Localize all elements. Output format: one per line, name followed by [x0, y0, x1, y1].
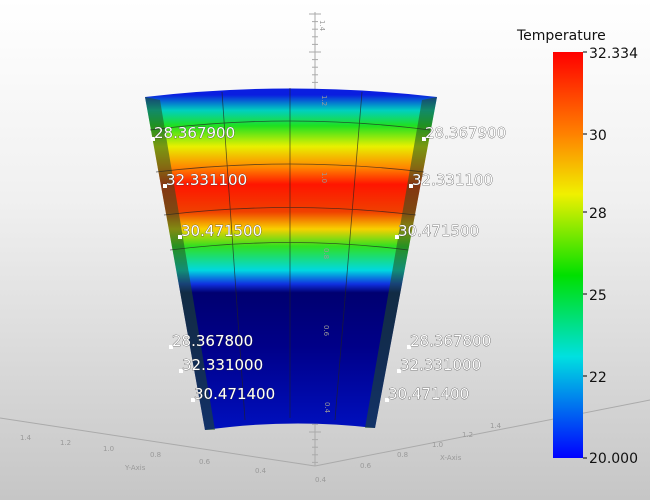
svg-text:0.8: 0.8: [322, 248, 330, 259]
x-axis-tick-labels: 0.4 0.6 0.8 1.0 1.2 1.4: [315, 422, 502, 484]
svg-text:25: 25: [589, 288, 607, 304]
svg-text:0.4: 0.4: [315, 476, 327, 484]
svg-text:1.4: 1.4: [490, 422, 502, 430]
svg-text:0.4: 0.4: [323, 402, 331, 414]
svg-text:0.4: 0.4: [255, 467, 267, 475]
svg-text:0.6: 0.6: [322, 325, 330, 337]
svg-text:1.0: 1.0: [320, 172, 328, 183]
svg-text:1.2: 1.2: [60, 439, 71, 447]
colorbar-title: Temperature: [516, 28, 606, 44]
svg-text:0.8: 0.8: [397, 451, 408, 459]
svg-text:1.2: 1.2: [462, 431, 473, 439]
probe-label: 28.367800: [410, 332, 491, 350]
probe-label: 32.331000: [400, 356, 481, 374]
colorbar-ticks: [583, 51, 587, 459]
svg-text:28: 28: [589, 206, 607, 222]
probe-label: 28.367800: [172, 332, 253, 350]
svg-text:32.334: 32.334: [589, 46, 638, 62]
svg-text:20.000: 20.000: [589, 451, 638, 467]
render-viewport[interactable]: Y-Axis X-Axis 1.4 1.2 1.0 0.8 0.6 0.4 0.…: [0, 0, 650, 500]
svg-text:1.0: 1.0: [103, 445, 114, 453]
svg-text:30: 30: [589, 128, 607, 144]
probe-label: 30.471400: [194, 385, 275, 403]
svg-text:0.6: 0.6: [199, 458, 211, 466]
probe-label: 30.471500: [181, 222, 262, 240]
svg-text:1.0: 1.0: [432, 441, 443, 449]
probe-label: 32.331100: [412, 171, 493, 189]
probe-label: 32.331000: [182, 356, 263, 374]
probe-label: 30.471500: [398, 222, 479, 240]
probe-label: 28.367900: [154, 124, 235, 142]
x-axis-label: X-Axis: [440, 454, 462, 462]
svg-text:0.6: 0.6: [360, 462, 372, 470]
colorbar[interactable]: [553, 52, 583, 458]
probe-label: 30.471400: [388, 385, 469, 403]
svg-text:22: 22: [589, 370, 607, 386]
svg-text:0.8: 0.8: [150, 451, 161, 459]
probe-label: 28.367900: [425, 124, 506, 142]
svg-text:1.4: 1.4: [318, 20, 326, 32]
svg-text:1.4: 1.4: [20, 434, 32, 442]
svg-text:1.2: 1.2: [320, 95, 328, 106]
y-axis-label: Y-Axis: [124, 464, 146, 472]
probe-label: 32.331100: [166, 171, 247, 189]
